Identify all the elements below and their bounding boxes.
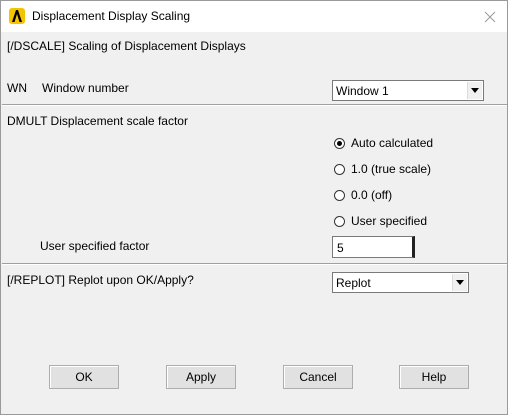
dialog-header: [/DSCALE] Scaling of Displacement Displa… (7, 39, 246, 53)
replot-label: [/REPLOT] Replot upon OK/Apply? (7, 273, 194, 287)
radio-auto-calculated[interactable]: Auto calculated (334, 135, 433, 151)
close-button[interactable] (473, 1, 507, 32)
title-bar[interactable]: Displacement Display Scaling (1, 1, 507, 32)
ansys-logo-icon (9, 8, 25, 24)
separator (2, 263, 507, 265)
user-factor-label: User specified factor (40, 239, 150, 253)
radio-label: Auto calculated (351, 136, 434, 150)
radio-label: User specified (351, 214, 428, 228)
radio-button[interactable] (334, 137, 345, 149)
radio-label: 1.0 (true scale) (351, 162, 432, 176)
window-number-value: Window 1 (336, 84, 389, 98)
separator (2, 104, 507, 106)
dmult-label: DMULT Displacement scale factor (7, 114, 188, 128)
apply-button[interactable]: Apply (166, 365, 236, 389)
radio-off[interactable]: 0.0 (off) (334, 187, 392, 203)
wn-label: Window number (42, 81, 129, 95)
radio-true-scale[interactable]: 1.0 (true scale) (334, 161, 431, 177)
replot-select[interactable]: Replot (332, 272, 469, 293)
radio-button[interactable] (334, 215, 345, 227)
radio-label: 0.0 (off) (351, 188, 393, 202)
window-title: Displacement Display Scaling (32, 9, 191, 23)
dialog-window: Displacement Display Scaling [/DSCALE] S… (0, 0, 508, 415)
chevron-down-icon[interactable] (467, 82, 482, 99)
radio-button[interactable] (334, 189, 345, 201)
cancel-button[interactable]: Cancel (283, 365, 353, 389)
ok-button[interactable]: OK (49, 365, 119, 389)
replot-value: Replot (336, 276, 371, 290)
wn-code: WN (7, 81, 27, 95)
chevron-down-icon[interactable] (452, 274, 467, 291)
radio-user-specified[interactable]: User specified (334, 213, 427, 229)
close-icon (484, 11, 496, 22)
radio-button[interactable] (334, 163, 345, 175)
user-factor-input[interactable]: 5 (332, 236, 415, 258)
window-number-select[interactable]: Window 1 (332, 80, 484, 101)
help-button[interactable]: Help (399, 365, 469, 389)
